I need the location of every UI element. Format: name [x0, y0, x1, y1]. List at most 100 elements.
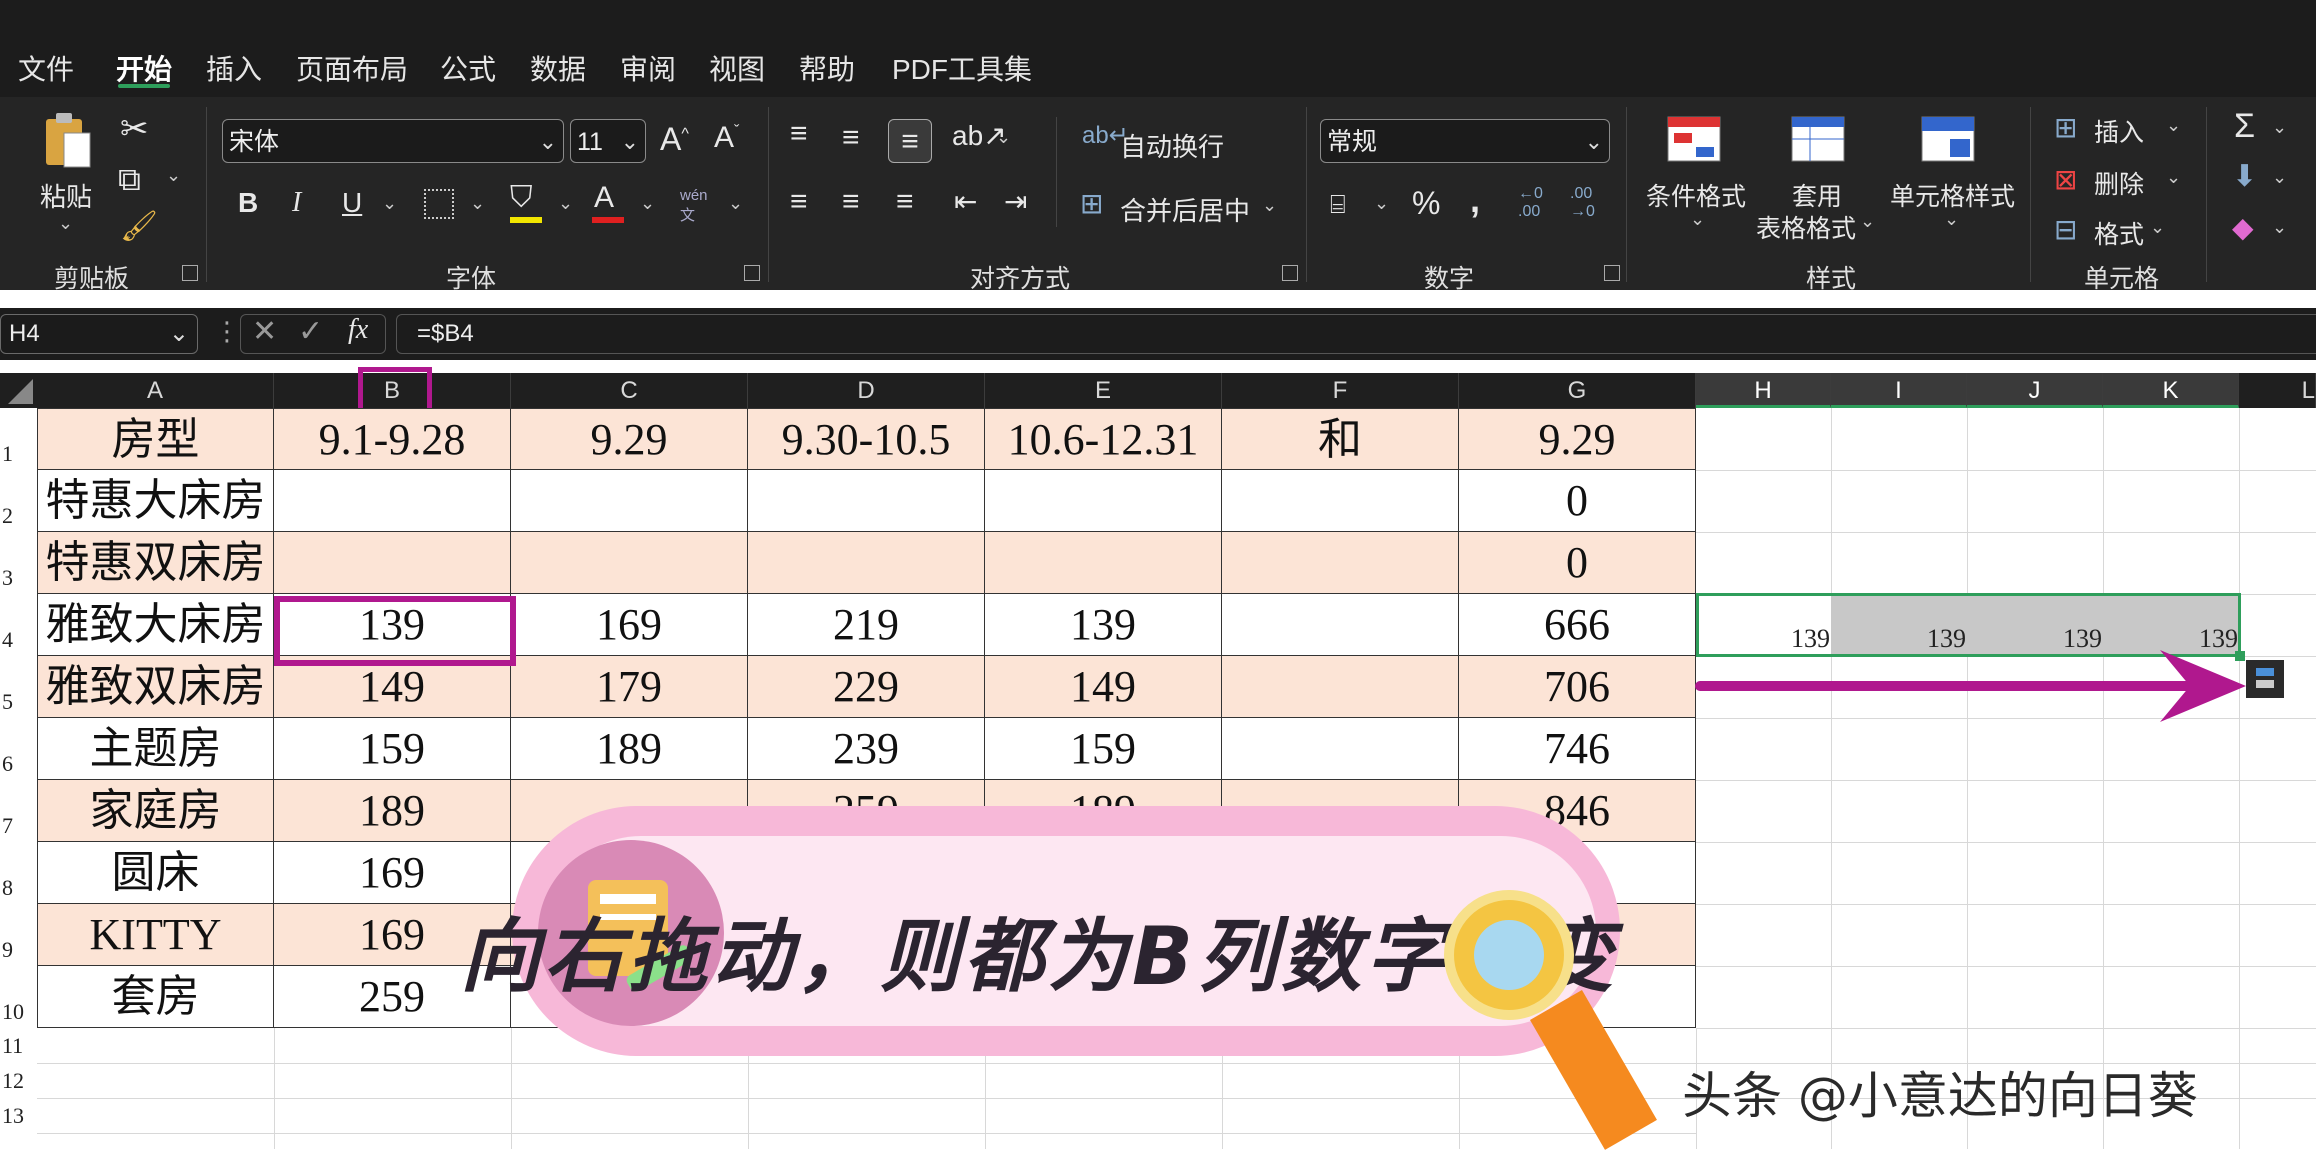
cell-g3[interactable]: 0	[1459, 532, 1696, 594]
cell-d2[interactable]	[748, 470, 985, 532]
cancel-icon[interactable]: ✕	[252, 314, 277, 349]
cell-e5[interactable]: 149	[985, 656, 1222, 718]
row-header-4[interactable]: 4	[0, 594, 37, 656]
column-header-h[interactable]: H	[1696, 373, 1831, 408]
format-as-table-dropdown-icon[interactable]: ⌄	[1860, 211, 1875, 232]
percent-button[interactable]: %	[1412, 185, 1440, 222]
accounting-dropdown-icon[interactable]: ⌄	[1374, 193, 1389, 214]
name-box[interactable]: H4 ⌄	[0, 314, 198, 354]
format-as-table-button[interactable]: 表格格式	[1756, 209, 1856, 245]
underline-button[interactable]: U	[342, 187, 362, 219]
row-header-9[interactable]: 9	[0, 904, 37, 966]
row-header-11[interactable]: 11	[0, 1028, 37, 1063]
increase-indent-icon[interactable]: ⇥	[1004, 185, 1027, 218]
conditional-format-button[interactable]: 条件格式	[1646, 177, 1746, 213]
more-icon[interactable]: ⋮	[214, 316, 240, 347]
underline-dropdown-icon[interactable]: ⌄	[382, 193, 397, 214]
menu-data[interactable]: 数据	[530, 48, 586, 88]
alignment-launcher-icon[interactable]	[1282, 265, 1298, 281]
enter-icon[interactable]: ✓	[298, 314, 323, 349]
cell-g5[interactable]: 706	[1459, 656, 1696, 718]
format-cells-icon[interactable]: ⊟	[2054, 213, 2077, 246]
menu-formulas[interactable]: 公式	[440, 48, 496, 88]
row-header-1[interactable]: 1	[0, 408, 37, 470]
column-header-e[interactable]: E	[985, 373, 1222, 408]
cell-d6[interactable]: 239	[748, 718, 985, 780]
menu-review[interactable]: 审阅	[620, 48, 676, 88]
decrease-decimal-icon[interactable]: .00 →0	[1570, 185, 1595, 221]
cell-a4[interactable]: 雅致大床房	[37, 594, 274, 656]
copy-icon[interactable]: ⧉	[118, 161, 141, 199]
insert-cells-icon[interactable]: ⊞	[2054, 111, 2077, 144]
menu-file[interactable]: 文件	[18, 48, 74, 88]
cell-a7[interactable]: 家庭房	[37, 780, 274, 842]
quick-analysis-icon[interactable]	[2246, 660, 2284, 698]
column-header-d[interactable]: D	[748, 373, 985, 408]
cell-styles-dropdown-icon[interactable]: ⌄	[1944, 209, 1959, 230]
row-header-13[interactable]: 13	[0, 1098, 37, 1133]
align-bottom-icon[interactable]: ≡	[888, 119, 932, 163]
cell-b6[interactable]: 159	[274, 718, 511, 780]
italic-button[interactable]: I	[292, 187, 301, 219]
decrease-indent-icon[interactable]: ⇤	[954, 185, 977, 218]
cell-f5[interactable]	[1222, 656, 1459, 718]
number-format-select[interactable]: 常规 ⌄	[1320, 119, 1610, 163]
cell-e6[interactable]: 159	[985, 718, 1222, 780]
insert-cells-button[interactable]: 插入	[2094, 113, 2144, 149]
cell-c2[interactable]	[511, 470, 748, 532]
menu-page-layout[interactable]: 页面布局	[296, 48, 408, 88]
format-as-table-icon[interactable]	[1790, 115, 1846, 163]
grow-font-button[interactable]: A^	[660, 121, 689, 158]
cell-g4[interactable]: 666	[1459, 594, 1696, 656]
cell-d3[interactable]	[748, 532, 985, 594]
cell-f1[interactable]: 和	[1222, 408, 1459, 470]
cell-e2[interactable]	[985, 470, 1222, 532]
cell-a8[interactable]: 圆床	[37, 842, 274, 904]
cell-a6[interactable]: 主题房	[37, 718, 274, 780]
delete-cells-button[interactable]: 删除	[2094, 165, 2144, 201]
cell-d4[interactable]: 219	[748, 594, 985, 656]
font-name-select[interactable]: 宋体 ⌄	[222, 119, 564, 163]
autosum-dropdown-icon[interactable]: ⌄	[2272, 117, 2287, 138]
borders-icon[interactable]	[424, 189, 454, 219]
borders-dropdown-icon[interactable]: ⌄	[470, 193, 485, 214]
column-header-f[interactable]: F	[1222, 373, 1459, 408]
comma-button[interactable]: ,	[1470, 179, 1480, 221]
menu-insert[interactable]: 插入	[206, 48, 262, 88]
merge-dropdown-icon[interactable]: ⌄	[1262, 195, 1277, 216]
menu-home[interactable]: 开始	[116, 48, 172, 88]
delete-cells-icon[interactable]: ⊠	[2054, 163, 2077, 196]
clear-dropdown-icon[interactable]: ⌄	[2272, 217, 2287, 238]
font-color-dropdown-icon[interactable]: ⌄	[640, 193, 655, 214]
align-left-icon[interactable]: ≡	[790, 185, 808, 219]
increase-decimal-icon[interactable]: ←0.00	[1518, 185, 1543, 221]
cell-b1[interactable]: 9.1-9.28	[274, 408, 511, 470]
cell-a3[interactable]: 特惠双床房	[37, 532, 274, 594]
cell-d1[interactable]: 9.30-10.5	[748, 408, 985, 470]
cell-d5[interactable]: 229	[748, 656, 985, 718]
column-header-a[interactable]: A	[37, 373, 274, 408]
cell-e1[interactable]: 10.6-12.31	[985, 408, 1222, 470]
cell-c6[interactable]: 189	[511, 718, 748, 780]
cell-styles-icon[interactable]	[1920, 115, 1976, 163]
fill-color-icon[interactable]: ⛉	[510, 181, 533, 215]
insert-dropdown-icon[interactable]: ⌄	[2166, 115, 2181, 136]
cell-f4[interactable]	[1222, 594, 1459, 656]
format-painter-icon[interactable]: 🖌	[120, 209, 158, 244]
font-launcher-icon[interactable]	[744, 265, 760, 281]
row-header-3[interactable]: 3	[0, 532, 37, 594]
merge-center-icon[interactable]: ⊞	[1080, 187, 1103, 220]
conditional-format-dropdown-icon[interactable]: ⌄	[1690, 209, 1705, 230]
cell-g1[interactable]: 9.29	[1459, 408, 1696, 470]
align-middle-icon[interactable]: ≡	[842, 121, 860, 155]
cell-b2[interactable]	[274, 470, 511, 532]
font-size-select[interactable]: 11 ⌄	[570, 119, 646, 163]
cell-f3[interactable]	[1222, 532, 1459, 594]
format-cells-button[interactable]: 格式	[2094, 215, 2144, 251]
cell-a2[interactable]: 特惠大床房	[37, 470, 274, 532]
bold-button[interactable]: B	[238, 187, 258, 219]
clear-icon[interactable]: ◆	[2232, 211, 2254, 244]
fill-down-icon[interactable]: ⬇	[2232, 159, 2257, 194]
cell-c4[interactable]: 169	[511, 594, 748, 656]
menu-view[interactable]: 视图	[709, 48, 765, 88]
